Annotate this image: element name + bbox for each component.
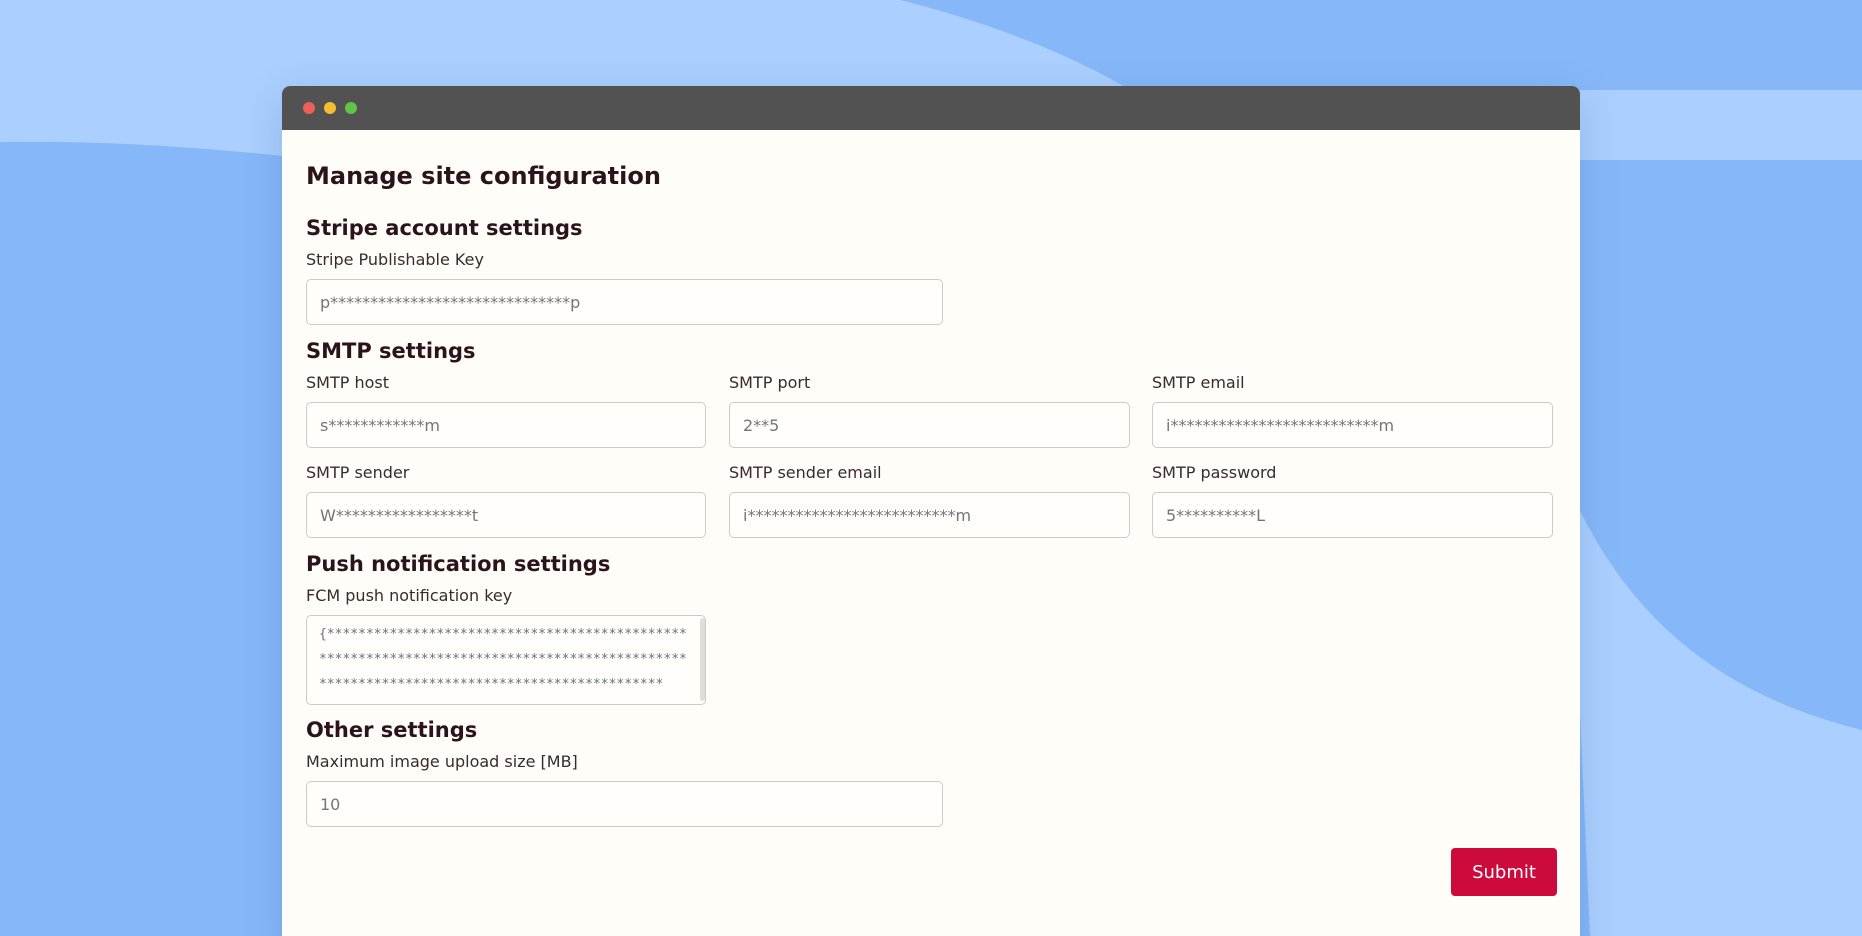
browser-window: Manage site configuration Stripe account… bbox=[282, 86, 1580, 936]
submit-button[interactable]: Submit bbox=[1451, 848, 1557, 896]
smtp-email-input[interactable] bbox=[1152, 402, 1553, 448]
smtp-host-label: SMTP host bbox=[306, 373, 390, 392]
window-titlebar bbox=[282, 86, 1580, 130]
max-upload-size-input[interactable] bbox=[306, 781, 943, 827]
smtp-email-label: SMTP email bbox=[1152, 373, 1245, 392]
smtp-port-label: SMTP port bbox=[729, 373, 811, 392]
smtp-sender-email-input[interactable] bbox=[729, 492, 1130, 538]
fcm-key-scrollbar[interactable] bbox=[700, 618, 705, 701]
smtp-section-title: SMTP settings bbox=[306, 339, 476, 363]
smtp-password-input[interactable] bbox=[1152, 492, 1553, 538]
max-upload-size-label: Maximum image upload size [MB] bbox=[306, 752, 578, 771]
smtp-password-label: SMTP password bbox=[1152, 463, 1277, 482]
other-section-title: Other settings bbox=[306, 718, 478, 742]
fcm-key-textarea[interactable]: {***************************************… bbox=[306, 615, 706, 705]
smtp-sender-label: SMTP sender bbox=[306, 463, 410, 482]
stripe-publishable-key-label: Stripe Publishable Key bbox=[306, 250, 484, 269]
minimize-window-icon[interactable] bbox=[324, 102, 336, 114]
config-form: Manage site configuration Stripe account… bbox=[282, 130, 1580, 936]
smtp-port-input[interactable] bbox=[729, 402, 1130, 448]
stripe-publishable-key-input[interactable] bbox=[306, 279, 943, 325]
fcm-key-field: {***************************************… bbox=[306, 615, 706, 705]
page-title: Manage site configuration bbox=[306, 162, 661, 190]
close-window-icon[interactable] bbox=[303, 102, 315, 114]
maximize-window-icon[interactable] bbox=[345, 102, 357, 114]
stripe-section-title: Stripe account settings bbox=[306, 216, 583, 240]
fcm-key-label: FCM push notification key bbox=[306, 586, 513, 605]
smtp-host-input[interactable] bbox=[306, 402, 706, 448]
smtp-sender-input[interactable] bbox=[306, 492, 706, 538]
push-section-title: Push notification settings bbox=[306, 552, 611, 576]
smtp-sender-email-label: SMTP sender email bbox=[729, 463, 882, 482]
